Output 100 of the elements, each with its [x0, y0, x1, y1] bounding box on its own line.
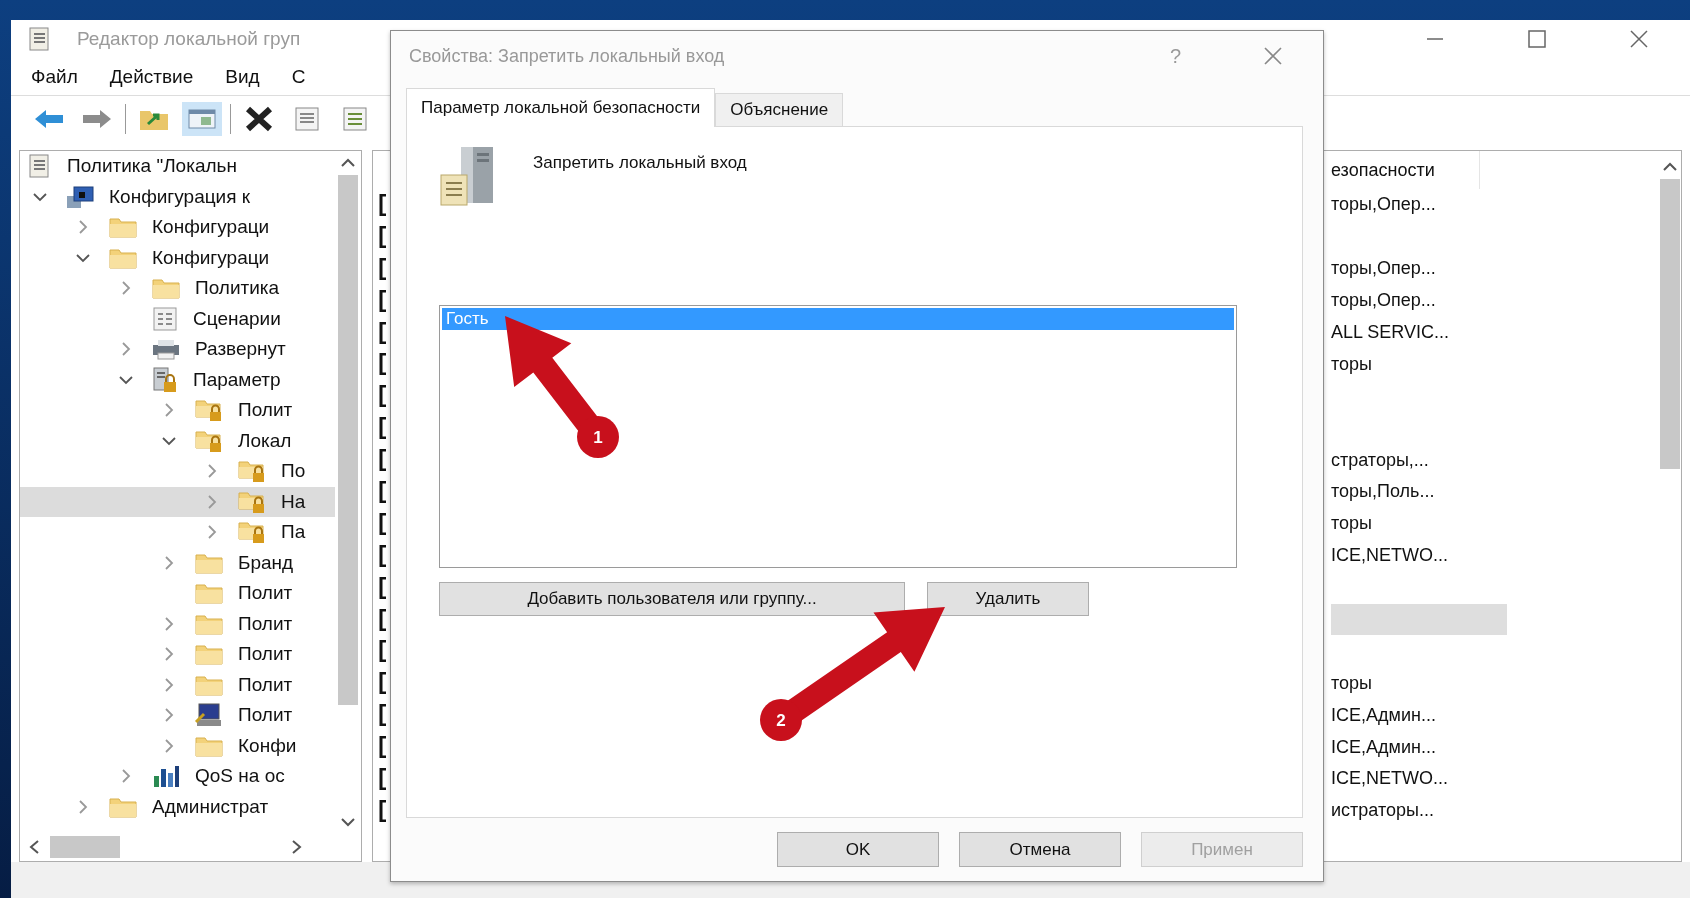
- tree-item[interactable]: По: [20, 456, 335, 487]
- policy-icon: [379, 353, 387, 376]
- table-row[interactable]: торы,Опер...: [1331, 284, 1507, 317]
- chevron-down-icon[interactable]: [161, 435, 177, 446]
- tree-item[interactable]: Конфигурация к: [20, 181, 335, 212]
- chevron-right-icon[interactable]: [121, 280, 131, 297]
- chevron-right-icon[interactable]: [164, 615, 174, 632]
- scroll-left-icon[interactable]: [28, 839, 40, 855]
- menu-item[interactable]: Действие: [109, 65, 194, 88]
- policy-name: Запретить локальный вход: [533, 153, 747, 173]
- menu-item[interactable]: Вид: [225, 65, 260, 88]
- policy-icon: [379, 640, 387, 663]
- policy-icon: [379, 385, 387, 408]
- panel-icon[interactable]: [182, 102, 222, 136]
- dialog-title: Свойства: Запретить локальный вход: [409, 45, 725, 67]
- table-row[interactable]: истраторы...: [1331, 794, 1507, 827]
- tree-item[interactable]: Конфи: [20, 730, 335, 761]
- chevron-right-icon[interactable]: [164, 554, 174, 571]
- chevron-right-icon[interactable]: [164, 707, 174, 724]
- cancel-button[interactable]: Отмена: [959, 832, 1121, 867]
- scroll-up-icon[interactable]: [340, 157, 356, 167]
- locked-folder-icon: [237, 519, 267, 546]
- close-icon[interactable]: [1263, 46, 1283, 66]
- policy-icon: [379, 544, 387, 567]
- policy-icon: [379, 480, 387, 503]
- number-badge: 2: [760, 699, 802, 741]
- tree-item[interactable]: Полит: [20, 395, 335, 426]
- printer-icon: [151, 337, 181, 362]
- policy-icon: [379, 576, 387, 599]
- chevron-right-icon[interactable]: [121, 341, 131, 358]
- table-row[interactable]: торы: [1331, 507, 1507, 540]
- window-title: Редактор локальной груп: [77, 28, 301, 50]
- table-row[interactable]: торы,Опер...: [1331, 189, 1507, 221]
- table-row[interactable]: торы,Опер...: [1331, 252, 1507, 285]
- table-row[interactable]: ICE,NETWO...: [1331, 763, 1507, 795]
- ok-button[interactable]: OK: [777, 832, 939, 867]
- folder-icon: [151, 276, 181, 301]
- policy-icon: [379, 225, 387, 248]
- menu-item[interactable]: С: [291, 65, 306, 88]
- policy-icon: [379, 799, 387, 822]
- tree-item[interactable]: Полит: [20, 578, 335, 609]
- table-row[interactable]: ICE,Админ...: [1331, 699, 1507, 732]
- tree-item[interactable]: Конфигураци: [20, 212, 335, 243]
- chevron-right-icon[interactable]: [164, 646, 174, 663]
- policy-icon: [379, 512, 387, 535]
- tab[interactable]: Объяснение: [715, 93, 844, 126]
- tree-item[interactable]: Локал: [20, 425, 335, 456]
- tree-item[interactable]: QoS на ос: [20, 761, 335, 792]
- folder-icon: [194, 581, 224, 606]
- scroll-right-icon[interactable]: [291, 839, 303, 855]
- chevron-right-icon[interactable]: [164, 737, 174, 754]
- table-row[interactable]: ICE,NETWO...: [1331, 539, 1507, 572]
- tree-item[interactable]: Полит: [20, 669, 335, 700]
- column-header[interactable]: езопасности: [1331, 151, 1480, 189]
- scrollbar-thumb[interactable]: [338, 175, 358, 705]
- computer-icon: [65, 183, 95, 210]
- tree-item[interactable]: Конфигураци: [20, 242, 335, 273]
- chevron-down-icon[interactable]: [32, 191, 48, 202]
- tree-item[interactable]: Полит: [20, 608, 335, 639]
- scrollbar-thumb[interactable]: [50, 836, 120, 858]
- chevron-down-icon[interactable]: [75, 252, 91, 263]
- chevron-down-icon[interactable]: [118, 374, 134, 385]
- chevron-right-icon[interactable]: [78, 219, 88, 236]
- chevron-right-icon[interactable]: [78, 798, 88, 815]
- table-row[interactable]: страторы,...: [1331, 444, 1507, 476]
- add-button[interactable]: Добавить пользователя или группу...: [439, 582, 905, 616]
- chevron-right-icon[interactable]: [164, 402, 174, 419]
- chevron-right-icon[interactable]: [121, 768, 131, 785]
- scroll-up-icon[interactable]: [1662, 161, 1678, 171]
- table-row[interactable]: ALL SERVIC...: [1331, 316, 1507, 349]
- remove-button[interactable]: Удалить: [927, 582, 1089, 616]
- chevron-right-icon[interactable]: [207, 524, 217, 541]
- chevron-right-icon[interactable]: [207, 463, 217, 480]
- tree-item[interactable]: Политика: [20, 273, 335, 304]
- scroll-down-icon[interactable]: [340, 817, 356, 827]
- menu-item[interactable]: Файл: [31, 65, 78, 88]
- policy-icon: [379, 289, 387, 312]
- tree-item[interactable]: Па: [20, 517, 335, 548]
- tree-item[interactable]: Развернут: [20, 334, 335, 365]
- tree-item[interactable]: На: [20, 486, 335, 517]
- folder-icon: [194, 642, 224, 667]
- bar-chart-icon: [151, 764, 181, 789]
- scrollbar-thumb[interactable]: [1660, 179, 1680, 469]
- policy-icon: [379, 449, 387, 472]
- chevron-right-icon[interactable]: [207, 493, 217, 510]
- table-row[interactable]: ICE,Админ...: [1331, 731, 1507, 764]
- tree-item[interactable]: Параметр: [20, 364, 335, 395]
- policy-icon: [379, 672, 387, 695]
- tree-item[interactable]: Полит: [20, 639, 335, 670]
- tab[interactable]: Параметр локальной безопасности: [406, 88, 716, 127]
- folder-icon: [108, 215, 138, 240]
- tree-item[interactable]: Бранд: [20, 547, 335, 578]
- table-row[interactable]: торы: [1331, 667, 1507, 700]
- tree-item[interactable]: Полит: [20, 700, 335, 731]
- tree-item[interactable]: Администрат: [20, 791, 335, 822]
- table-row[interactable]: торы: [1331, 348, 1507, 381]
- table-row[interactable]: торы,Поль...: [1331, 476, 1507, 508]
- tree-item[interactable]: Политика "Локальн: [20, 151, 335, 182]
- tree-item[interactable]: Сценарии: [20, 303, 335, 334]
- chevron-right-icon[interactable]: [164, 676, 174, 693]
